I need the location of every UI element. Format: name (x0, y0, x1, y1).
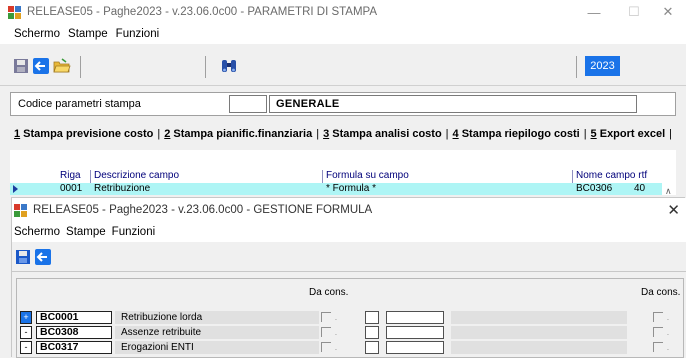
dot-glyph: . (335, 330, 337, 337)
inner-window-titlebar: RELEASE05 - Paghe2023 - v.23.06.0c00 - G… (12, 198, 686, 222)
open-button[interactable] (53, 57, 71, 75)
binoculars-icon (222, 60, 236, 72)
description-field: Erogazioni ENTI (115, 341, 319, 354)
tab-stampa-riepilogo-costi[interactable]: 4 Stampa riepilogo costi (453, 128, 584, 140)
toolbar-separator (205, 56, 206, 78)
header-nome-campo[interactable]: Nome campo rtf (576, 170, 647, 181)
small-input[interactable] (365, 326, 379, 339)
inner-close-button[interactable]: ✕ (667, 201, 680, 219)
filler-field (451, 341, 627, 354)
filler-field (451, 311, 627, 324)
formula-row: + BC0001 Retribuzione lorda . . (17, 311, 685, 325)
codice-input[interactable]: GENERALE (269, 95, 637, 113)
back-button[interactable] (32, 57, 50, 75)
menu-bar: Schermo Stampe Funzioni (0, 24, 686, 44)
save-icon (14, 59, 28, 73)
small-input[interactable] (365, 311, 379, 324)
app-logo-icon (14, 203, 28, 217)
da-cons-checkbox[interactable] (653, 342, 663, 352)
da-cons-checkbox[interactable] (653, 327, 663, 337)
da-cons-checkbox[interactable] (321, 342, 331, 352)
toolbar: 2023 (0, 48, 686, 86)
close-button[interactable]: ✕ (648, 0, 686, 24)
value-input[interactable] (386, 311, 444, 324)
row-selector-icon (13, 185, 18, 193)
dot-glyph: . (667, 315, 669, 322)
cell-riga: 0001 (60, 183, 83, 194)
expand-toggle[interactable]: - (20, 326, 32, 339)
small-input[interactable] (365, 341, 379, 354)
minimize-button[interactable]: — (574, 0, 614, 24)
save-button[interactable] (12, 57, 30, 75)
expand-toggle[interactable]: + (20, 311, 32, 324)
da-cons-checkbox[interactable] (653, 312, 663, 322)
dot-glyph: . (335, 345, 337, 352)
tab-export-excel[interactable]: 5 Export excel (591, 128, 670, 140)
code-field[interactable]: BC0317 (36, 341, 112, 354)
formula-row: - BC0317 Erogazioni ENTI . . (17, 341, 685, 355)
inner-save-button[interactable] (14, 248, 32, 266)
expand-toggle[interactable]: - (20, 341, 32, 354)
menu-stampe[interactable]: Stampe (68, 28, 108, 40)
description-field: Assenze retribuite (115, 326, 319, 339)
back-arrow-icon (33, 58, 49, 74)
da-cons-checkbox[interactable] (321, 312, 331, 322)
inner-menu-stampe[interactable]: Stampe (66, 226, 106, 238)
cell-nome-campo: BC0306 (576, 183, 613, 194)
table-row[interactable]: 0001 Retribuzione * Formula * BC0306 40 (10, 183, 662, 195)
inner-menu-funzioni[interactable]: Funzioni (112, 226, 155, 238)
cell-numero: 40 (634, 183, 646, 194)
value-input[interactable] (386, 341, 444, 354)
window-titlebar: RELEASE05 - Paghe2023 - v.23.06.0c00 - P… (0, 0, 686, 24)
header-riga[interactable]: Riga (60, 170, 81, 181)
da-cons-checkbox[interactable] (321, 327, 331, 337)
value-input[interactable] (386, 326, 444, 339)
cell-descrizione: Retribuzione (94, 183, 151, 194)
column-header-da-cons: Da cons. (641, 287, 681, 298)
codice-small-input[interactable] (229, 95, 267, 113)
header-formula[interactable]: Formula su campo (326, 170, 409, 181)
tab-bar: 1 Stampa previsione costo | 2 Stampa pian… (14, 128, 673, 140)
code-field[interactable]: BC0308 (36, 326, 112, 339)
formula-row: - BC0308 Assenze retribuite . . (17, 326, 685, 340)
save-icon (16, 250, 30, 264)
menu-schermo[interactable]: Schermo (14, 28, 60, 40)
scroll-up-icon[interactable]: ∧ (665, 186, 672, 197)
tab-stampa-analisi-costo[interactable]: 3 Stampa analisi costo (323, 128, 446, 140)
dot-glyph: . (335, 315, 337, 322)
column-header-da-cons: Da cons. (309, 287, 349, 298)
gestione-formula-window: RELEASE05 - Paghe2023 - v.23.06.0c00 - G… (12, 198, 686, 358)
tab-stampa-pianific-finanziaria[interactable]: 2 Stampa pianific.finanziaria (164, 128, 316, 140)
toolbar-separator (80, 56, 81, 78)
inner-back-button[interactable] (34, 248, 52, 266)
window-title: RELEASE05 - Paghe2023 - v.23.06.0c00 - P… (27, 6, 378, 18)
search-button[interactable] (220, 57, 238, 75)
inner-menu-bar: Schermo Stampe Funzioni (12, 222, 686, 242)
open-folder-icon (53, 58, 71, 73)
dot-glyph: . (667, 345, 669, 352)
code-field[interactable]: BC0001 (36, 311, 112, 324)
toolbar-separator (576, 56, 577, 78)
back-arrow-icon (35, 249, 51, 265)
menu-funzioni[interactable]: Funzioni (116, 28, 159, 40)
header-descrizione[interactable]: Descrizione campo (94, 170, 179, 181)
inner-menu-schermo[interactable]: Schermo (14, 226, 60, 238)
formula-panel: Da cons. Da cons. + BC0001 Retribuzione … (16, 278, 684, 358)
campi-grid: Riga Descrizione campo Formula su campo … (10, 150, 676, 197)
tab-stampa-previsione-costo[interactable]: 1 Stampa previsione costo (14, 128, 157, 140)
inner-toolbar (12, 242, 686, 272)
year-badge[interactable]: 2023 (585, 56, 620, 76)
app-logo-icon (8, 5, 22, 19)
inner-window-title: RELEASE05 - Paghe2023 - v.23.06.0c00 - G… (33, 204, 373, 216)
filler-field (451, 326, 627, 339)
codice-parametri-row: Codice parametri stampa GENERALE (10, 92, 676, 116)
description-field: Retribuzione lorda (115, 311, 319, 324)
dot-glyph: . (667, 330, 669, 337)
cell-formula: * Formula * (326, 183, 377, 194)
codice-label: Codice parametri stampa (18, 98, 141, 110)
grid-header: Riga Descrizione campo Formula su campo … (10, 170, 676, 182)
